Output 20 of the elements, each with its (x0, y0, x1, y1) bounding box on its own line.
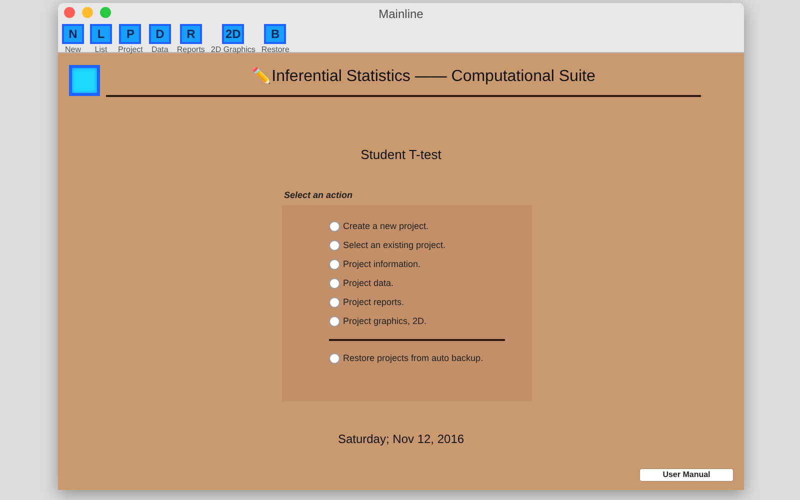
toolbar-button[interactable]: B Restore (260, 24, 290, 55)
suite-heading: ✏Inferential Statistics —— Computational Suite (252, 66, 596, 87)
close-button[interactable] (64, 7, 75, 18)
window-title: Mainline (378, 7, 424, 21)
current-date: Saturday; Nov 12, 2016 (338, 432, 464, 446)
group-title: Select an action (284, 190, 353, 200)
zoom-button[interactable] (100, 7, 111, 18)
radio-option[interactable]: Project graphics, 2D. (329, 315, 532, 328)
radio-option[interactable]: Create a new project. (329, 220, 532, 233)
minimize-button[interactable] (82, 7, 93, 18)
radio-option[interactable]: Project data. (329, 277, 532, 290)
radio-option[interactable]: Project information. (329, 258, 532, 271)
toolbar-button[interactable]: 2D 2D Graphics (210, 24, 256, 55)
app-logo-icon (69, 65, 100, 96)
user-manual-button[interactable]: User Manual (640, 469, 733, 481)
radio-option[interactable]: Select an existing project. (329, 239, 532, 252)
radio-option[interactable]: Project reports. (329, 296, 532, 309)
toolbar-button[interactable]: R Reports (176, 24, 206, 55)
test-title: Student T-test (360, 147, 442, 162)
radio-option[interactable]: Restore projects from auto backup. (329, 352, 532, 365)
